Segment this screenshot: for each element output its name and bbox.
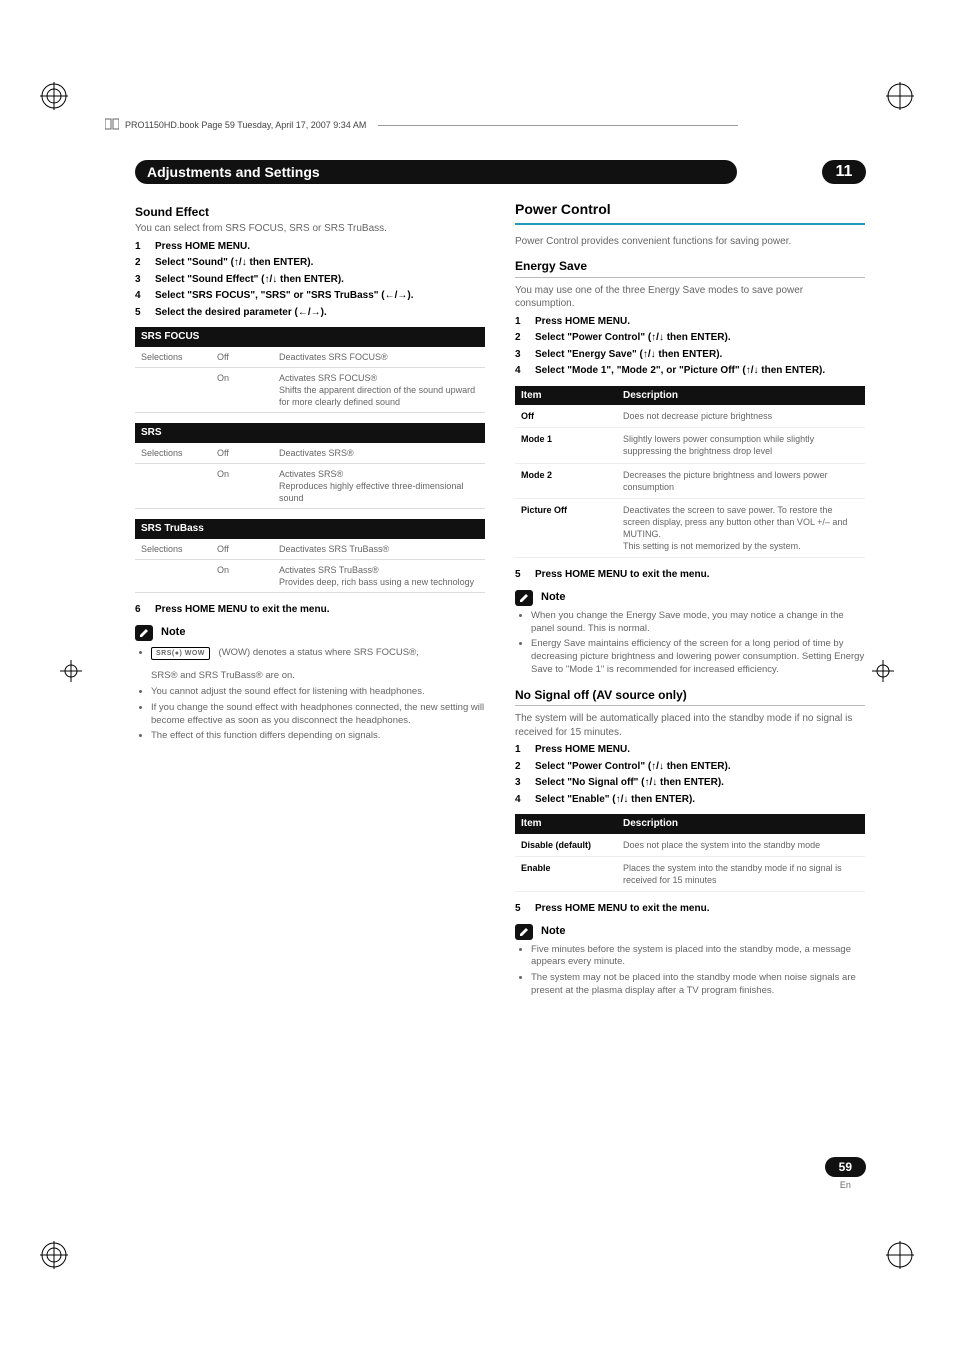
- table-row: On Activates SRS FOCUS® Shifts the appar…: [135, 367, 485, 412]
- note-bullets: Five minutes before the system is placed…: [515, 944, 865, 998]
- note-label: Note: [541, 924, 565, 939]
- srs-focus-table: SRS FOCUS Selections Off Deactivates SRS…: [135, 327, 485, 413]
- step-6: 6 Press HOME MENU to exit the menu.: [135, 603, 485, 617]
- list-item: When you change the Energy Save mode, yo…: [531, 610, 865, 636]
- page-number: 59: [825, 1157, 866, 1177]
- pencil-icon: [515, 924, 533, 940]
- table-row: Selections Off Deactivates SRS FOCUS®: [135, 347, 485, 368]
- power-control-heading: Power Control: [515, 200, 865, 219]
- table-row: On Activates SRS TruBass® Provides deep,…: [135, 559, 485, 592]
- table-head: SRS FOCUS: [135, 327, 485, 347]
- power-control-intro: Power Control provides convenient functi…: [515, 235, 865, 249]
- divider: [515, 277, 865, 278]
- step-text: Select "SRS FOCUS", "SRS" or "SRS TruBas…: [155, 289, 485, 303]
- energy-save-heading: Energy Save: [515, 258, 865, 274]
- list-item: Five minutes before the system is placed…: [531, 944, 865, 970]
- step-text: Press HOME MENU.: [535, 743, 865, 757]
- energy-save-steps: 1Press HOME MENU. 2Select "Power Control…: [515, 315, 865, 378]
- divider: [515, 223, 865, 225]
- srs-trubass-table: SRS TruBass Selections Off Deactivates S…: [135, 519, 485, 593]
- sound-effect-intro: You can select from SRS FOCUS, SRS or SR…: [135, 222, 485, 236]
- note-heading: Note: [515, 590, 865, 606]
- note-bullets: When you change the Energy Save mode, yo…: [515, 610, 865, 677]
- chapter-number: 11: [822, 160, 866, 184]
- step-text: Select "Power Control" (↑/↓ then ENTER).: [535, 331, 865, 345]
- note-heading: Note: [135, 625, 485, 641]
- step-text: Select the desired parameter (←/→).: [155, 306, 485, 320]
- left-column: Sound Effect You can select from SRS FOC…: [135, 200, 485, 1008]
- page-language: En: [840, 1179, 851, 1191]
- table-row: Disable (default)Does not place the syst…: [515, 834, 865, 857]
- bookline-text: PRO1150HD.book Page 59 Tuesday, April 17…: [125, 120, 366, 130]
- divider: [378, 125, 738, 126]
- sound-effect-steps: 1Press HOME MENU. 2Select "Sound" (↑/↓ t…: [135, 240, 485, 320]
- list-item: The system may not be placed into the st…: [531, 972, 865, 998]
- registration-side-icon: [886, 1241, 914, 1269]
- chapter-title-bar: Adjustments and Settings 11: [135, 160, 866, 184]
- chapter-title: Adjustments and Settings: [135, 160, 737, 184]
- table-row: Mode 2Decreases the picture brightness a…: [515, 463, 865, 498]
- table-row: Picture OffDeactivates the screen to sav…: [515, 498, 865, 558]
- no-signal-heading: No Signal off (AV source only): [515, 687, 865, 703]
- book-header: PRO1150HD.book Page 59 Tuesday, April 17…: [105, 118, 738, 132]
- sound-effect-heading: Sound Effect: [135, 204, 485, 220]
- crosshair-icon: [60, 660, 82, 682]
- list-item: Energy Save maintains efficiency of the …: [531, 638, 865, 676]
- srs-wow-logo-icon: SRS(●) WOW: [151, 647, 210, 660]
- note-label: Note: [161, 625, 185, 640]
- table-head: Description: [617, 814, 865, 834]
- crosshair-icon: [872, 660, 894, 682]
- list-item: You cannot adjust the sound effect for l…: [151, 686, 485, 699]
- table-row: EnablePlaces the system into the standby…: [515, 856, 865, 891]
- note-heading: Note: [515, 924, 865, 940]
- no-signal-table: Item Description Disable (default)Does n…: [515, 814, 865, 892]
- pencil-icon: [515, 590, 533, 606]
- list-item: SRS(●) WOW (WOW) denotes a status where …: [151, 645, 485, 683]
- note-label: Note: [541, 590, 565, 605]
- srs-table: SRS Selections Off Deactivates SRS® On A…: [135, 423, 485, 509]
- table-head: SRS: [135, 423, 485, 443]
- divider: [515, 705, 865, 706]
- step-text: Select "Sound Effect" (↑/↓ then ENTER).: [155, 273, 485, 287]
- step-5: 5 Press HOME MENU to exit the menu.: [515, 902, 865, 916]
- booklet-icon: [105, 118, 119, 132]
- table-head: Item: [515, 814, 617, 834]
- list-item: The effect of this function differs depe…: [151, 730, 485, 743]
- pencil-icon: [135, 625, 153, 641]
- step-text: Select "Sound" (↑/↓ then ENTER).: [155, 256, 485, 270]
- table-head: SRS TruBass: [135, 519, 485, 539]
- note-bullets: SRS(●) WOW (WOW) denotes a status where …: [135, 645, 485, 744]
- right-column: Power Control Power Control provides con…: [515, 200, 865, 1008]
- table-row: Mode 1Slightly lowers power consumption …: [515, 428, 865, 463]
- no-signal-intro: The system will be automatically placed …: [515, 712, 865, 739]
- registration-side-icon: [886, 82, 914, 110]
- table-row: On Activates SRS® Reproduces highly effe…: [135, 463, 485, 508]
- table-row: OffDoes not decrease picture brightness: [515, 405, 865, 428]
- table-head: Description: [617, 386, 865, 406]
- page-number-badge: 59 En: [825, 1157, 866, 1191]
- list-item: If you change the sound effect with head…: [151, 702, 485, 728]
- table-row: Selections Off Deactivates SRS®: [135, 443, 485, 464]
- energy-save-intro: You may use one of the three Energy Save…: [515, 284, 865, 311]
- registration-mark-icon: [40, 1241, 68, 1269]
- step-text: Select "Power Control" (↑/↓ then ENTER).: [535, 760, 865, 774]
- step-text: Select "Energy Save" (↑/↓ then ENTER).: [535, 348, 865, 362]
- step-text: Press HOME MENU.: [155, 240, 485, 254]
- table-row: Selections Off Deactivates SRS TruBass®: [135, 539, 485, 560]
- table-head: Item: [515, 386, 617, 406]
- registration-mark-icon: [40, 82, 68, 110]
- energy-save-table: Item Description OffDoes not decrease pi…: [515, 386, 865, 559]
- step-text: Select "No Signal off" (↑/↓ then ENTER).: [535, 776, 865, 790]
- no-signal-steps: 1Press HOME MENU. 2Select "Power Control…: [515, 743, 865, 806]
- step-text: Select "Mode 1", "Mode 2", or "Picture O…: [535, 364, 865, 378]
- step-5: 5 Press HOME MENU to exit the menu.: [515, 568, 865, 582]
- step-text: Select "Enable" (↑/↓ then ENTER).: [535, 793, 865, 807]
- step-text: Press HOME MENU.: [535, 315, 865, 329]
